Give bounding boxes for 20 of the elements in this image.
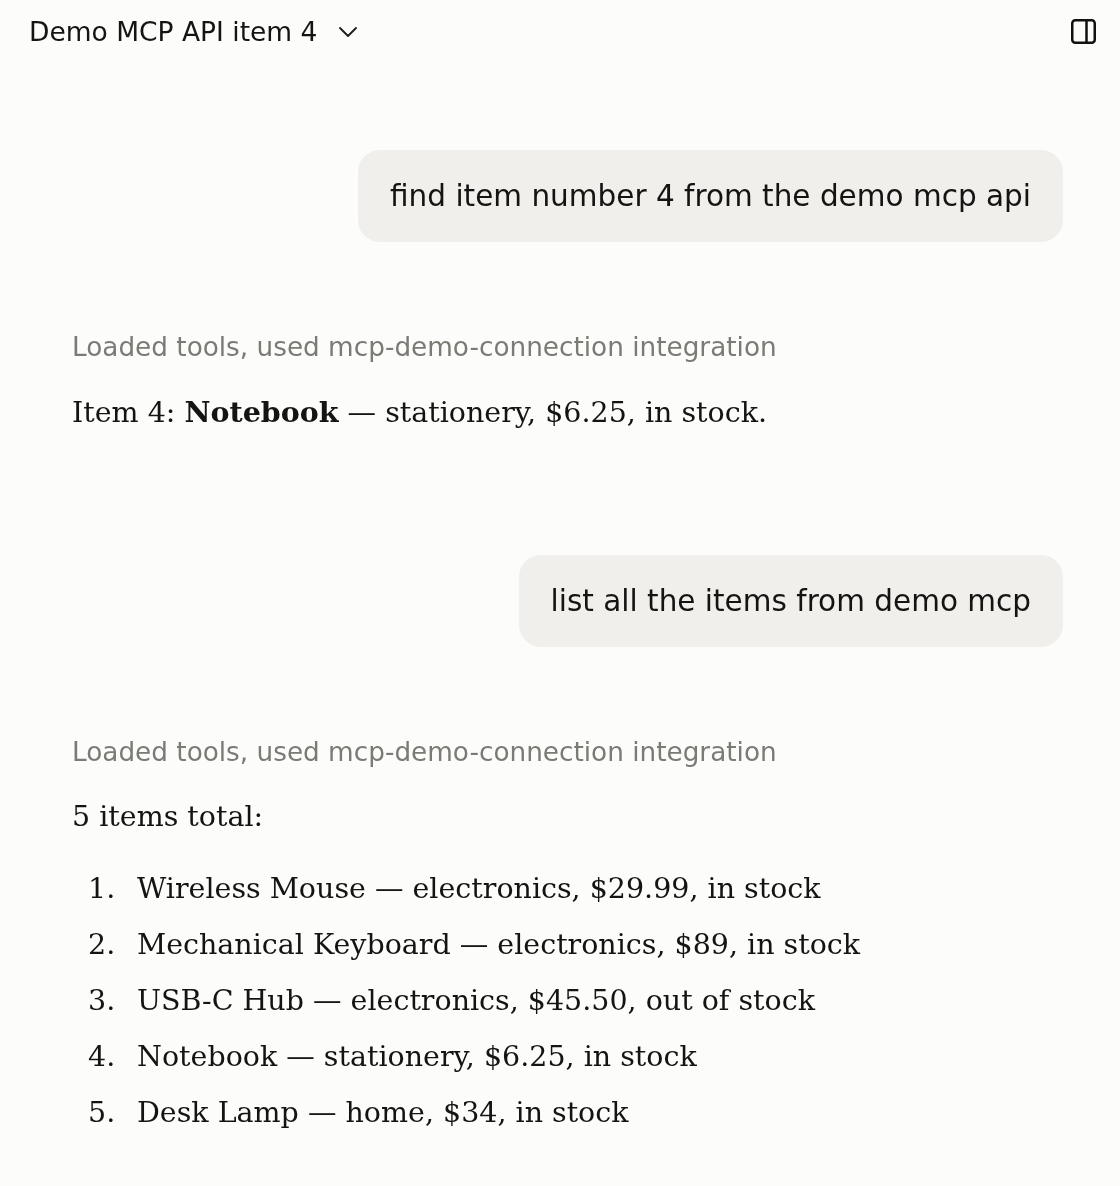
tool-status-text[interactable]: Loaded tools, used mcp-demo-connection integration xyxy=(72,330,1063,364)
response-text: Item 4: Notebook — stationery, $6.25, in stock. xyxy=(72,394,768,431)
user-message: find item number 4 from the demo mcp api xyxy=(358,150,1063,242)
user-message: list all the items from demo mcp xyxy=(518,555,1063,647)
chevron-down-icon xyxy=(339,27,358,37)
list-item-text: Desk Lamp — home, $34, in stock xyxy=(137,1095,629,1129)
sidebar-toggle-button[interactable] xyxy=(1071,18,1096,44)
response-text: 5 items total: xyxy=(72,799,265,835)
list-item-text: Notebook — stationery, $6.25, in stock xyxy=(137,1039,697,1073)
list-item-text: Mechanical Keyboard — electronics, $89, in stock xyxy=(137,927,861,961)
list-item-text: USB-C Hub — electronics, $45.50, out of stock xyxy=(137,983,815,1017)
list-number: 5. xyxy=(87,1095,117,1129)
tool-status-text[interactable]: Loaded tools, used mcp-demo-connection integration xyxy=(72,735,1063,769)
chat-title-dropdown[interactable]: Demo MCP API item 4 xyxy=(29,15,358,47)
list-number: 2. xyxy=(87,927,117,961)
list-number: 1. xyxy=(87,871,117,905)
list-number: 4. xyxy=(87,1039,117,1073)
list-item-text: Wireless Mouse — electronics, $29.99, in stock xyxy=(137,871,821,905)
panel-icon xyxy=(1071,18,1096,44)
list-number: 3. xyxy=(87,983,117,1017)
